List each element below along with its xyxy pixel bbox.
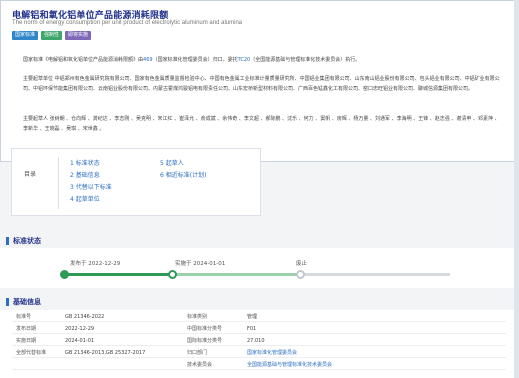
status-timeline: 发布于 2022-12-29 实施于 2024-01-01 废止	[0, 248, 519, 288]
tag-mandatory: 强制性	[41, 31, 63, 40]
table-row: 实施日期 2024-01-01 国际标准分类号 27.010	[12, 336, 506, 346]
intro-paragraph: 国家标准《电解铝和氧化铝单位产品能源消耗限额》由469（国家标准化管理委员会）归…	[23, 55, 503, 65]
row-value: 27.010	[247, 338, 265, 344]
table-row: 标准号 GB 21346-2022 标准类别 管理	[12, 312, 506, 322]
row-value: GB 21346-2022	[65, 314, 105, 320]
row-value: F01	[247, 326, 257, 332]
row-value: GB 21346-2013,GB 25327-2017	[65, 350, 146, 356]
toc-item-similar[interactable]: 6 相近标准(计划)	[160, 171, 206, 180]
toc-divider	[58, 157, 59, 209]
abolished-dot-icon	[296, 270, 305, 279]
toc-label: 目录	[24, 171, 37, 178]
tag-upcoming: 即将实施	[65, 31, 92, 40]
table-row: 发布日期 2022-12-29 中国标准分类号 F01	[12, 324, 506, 334]
row-key: 发布日期	[16, 326, 37, 332]
toc-column-1: 1 标准状态 2 基础信息 3 代替以下标准 4 起草单位	[70, 159, 112, 204]
row-value: 2024-01-01	[65, 338, 95, 344]
status-section-label: 标准状态	[13, 237, 41, 245]
row-key: 标准类别	[187, 314, 208, 320]
section-bar-icon	[6, 237, 9, 245]
tag-list: 国家标准 强制性 即将实施	[12, 31, 92, 40]
row-value: 管理	[247, 314, 258, 320]
section-bar-icon	[6, 298, 9, 306]
toc-item-basic-info[interactable]: 2 基础信息	[70, 171, 112, 180]
row-key: 国际标准分类号	[187, 338, 223, 344]
row-value: 2022-12-29	[65, 326, 95, 332]
drafting-units: 主要起草单位 中铝郑州有色金属研究院有限公司、国家有色金属质量监督检验中心、中国…	[23, 76, 500, 92]
row-key: 全部代替标准	[16, 350, 47, 356]
toc-item-replaces[interactable]: 3 代替以下标准	[70, 183, 112, 192]
table-of-contents: 目录 1 标准状态 2 基础信息 3 代替以下标准 4 起草单位 5 起草人 6…	[11, 148, 261, 216]
published-label: 发布于 2022-12-29	[70, 261, 121, 267]
status-section-title: 标准状态	[6, 236, 41, 246]
timeline-segment-done	[64, 273, 172, 276]
row-key: 归口部门	[187, 350, 208, 356]
link-governing-body[interactable]: 国家标准化管理委员会	[247, 348, 297, 358]
published-dot-icon	[60, 270, 69, 279]
toc-item-status[interactable]: 1 标准状态	[70, 159, 112, 168]
standard-header: 电解铝和氧化铝单位产品能源消耗限额 The norm of energy con…	[0, 0, 519, 162]
row-key: 技术委员会	[187, 362, 213, 368]
implemented-label: 实施于 2024-01-01	[175, 261, 226, 267]
timeline-segment-current	[172, 273, 300, 276]
row-key: 中国标准分类号	[187, 326, 223, 332]
tag-national-standard: 国家标准	[12, 31, 39, 40]
table-row: 技术委员会 全国能源基础与管理标准化技术委员会	[12, 360, 506, 370]
page-subtitle: The norm of energy consumption per unit …	[12, 20, 243, 26]
toc-item-drafters[interactable]: 5 起草人	[160, 159, 206, 168]
abolished-label: 废止	[296, 261, 308, 267]
implemented-dot-icon	[168, 270, 177, 279]
toc-column-2: 5 起草人 6 相近标准(计划)	[160, 159, 206, 180]
link-technical-committee[interactable]: 全国能源基础与管理标准化技术委员会	[247, 360, 332, 370]
timeline-segment-future	[300, 273, 450, 276]
toc-item-drafting-units[interactable]: 4 起草单位	[70, 195, 112, 204]
basic-section-label: 基础信息	[13, 298, 41, 306]
row-key: 实施日期	[16, 338, 37, 344]
basic-info-table: 标准号 GB 21346-2022 标准类别 管理 发布日期 2022-12-2…	[0, 310, 519, 378]
intro-text-after: （全国能源基础与管理标准化技术委员会）执行。	[250, 57, 361, 63]
intro-text-mid: （国家标准化管理委员会）归口，委托	[152, 57, 238, 63]
link-469[interactable]: 469	[143, 57, 153, 63]
intro-text-before: 国家标准《电解铝和氧化铝单位产品能源消耗限额》由	[23, 57, 144, 63]
row-key: 标准号	[16, 314, 32, 320]
scrollbar[interactable]	[514, 0, 519, 378]
drafters: 主要起草人 张树朝 、仓向辉 、龚纪达 、李志刚 、吴克明 、宋江红 、崔泽允 …	[23, 116, 500, 132]
link-tc20[interactable]: TC20	[238, 57, 251, 63]
table-row: 全部代替标准 GB 21346-2013,GB 25327-2017 归口部门 …	[12, 348, 506, 358]
basic-section-title: 基础信息	[6, 297, 41, 307]
